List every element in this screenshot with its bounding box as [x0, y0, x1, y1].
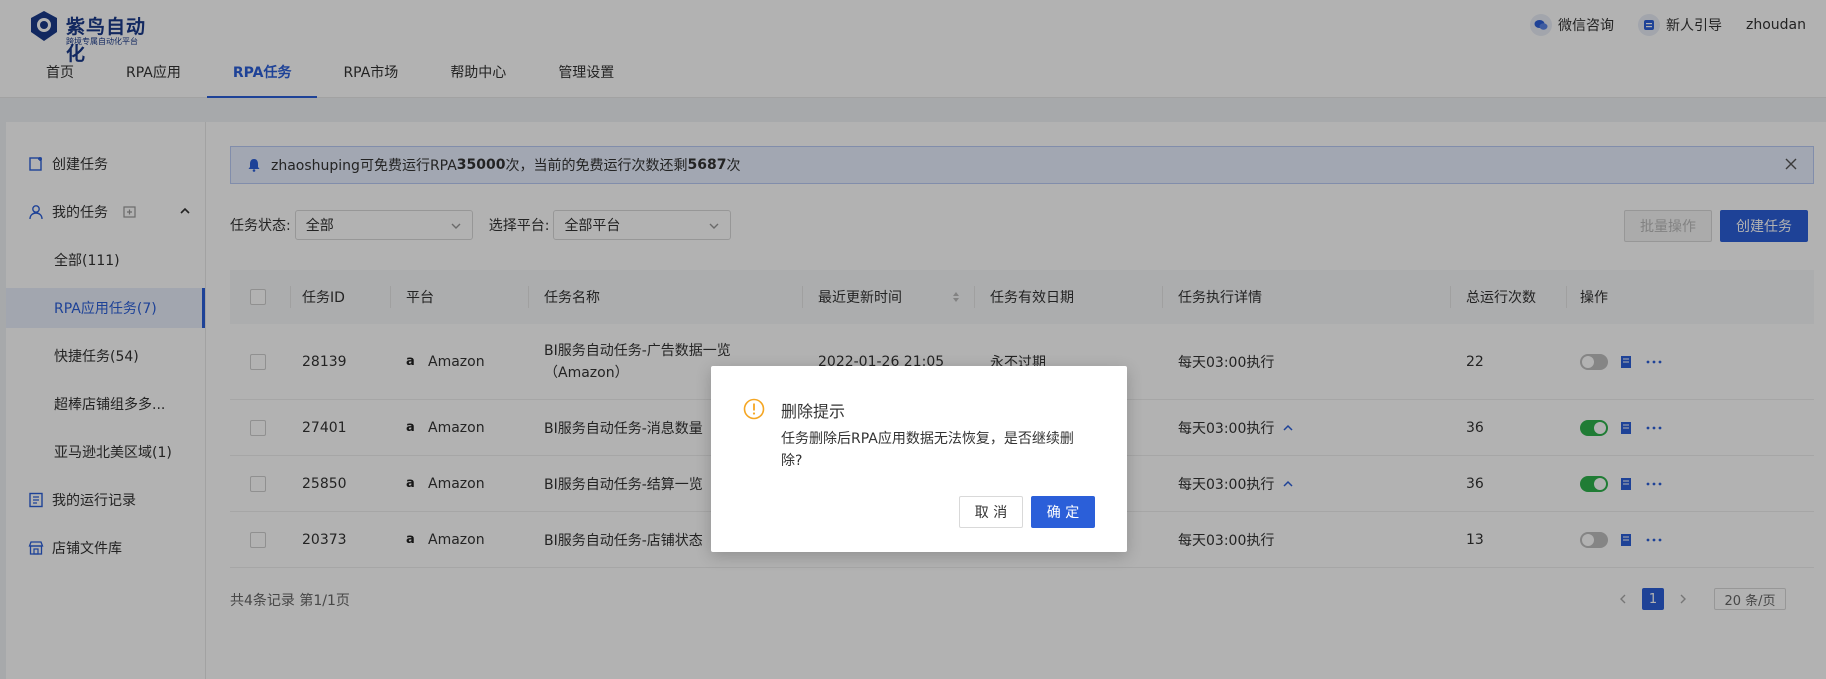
warning-icon — [743, 398, 765, 420]
confirm-button[interactable]: 确 定 — [1031, 496, 1095, 528]
cancel-button[interactable]: 取 消 — [959, 496, 1023, 528]
modal-overlay[interactable] — [0, 0, 1826, 679]
dialog-message: 任务删除后RPA应用数据无法恢复，是否继续删除? — [781, 431, 1074, 469]
delete-confirm-dialog: 删除提示 任务删除后RPA应用数据无法恢复，是否继续删除? 取 消 确 定 — [711, 366, 1127, 552]
dialog-title: 删除提示 — [781, 402, 846, 421]
